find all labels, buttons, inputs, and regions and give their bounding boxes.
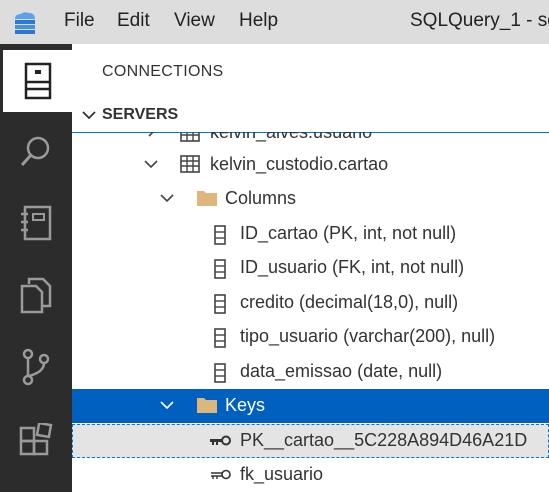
copy-icon [20, 277, 52, 314]
tree-item-label: ID_usuario (FK, int, not null) [240, 257, 465, 277]
table-icon [180, 132, 200, 142]
column-icon [214, 259, 226, 279]
primary-key-icon [210, 435, 231, 446]
search-button[interactable] [0, 120, 72, 182]
connections-panel: CONNECTIONS SERVERS kelvin_alves.usuario [72, 44, 549, 492]
tree-item-label: ID_cartao (PK, int, not null) [240, 223, 457, 243]
activity-bar [0, 44, 72, 492]
foreign-key-icon [211, 469, 231, 480]
column-icon [214, 294, 226, 314]
search-icon [20, 136, 50, 167]
extensions-button[interactable] [0, 410, 72, 472]
chevron-down-icon [160, 401, 174, 410]
notebooks-button[interactable] [0, 192, 72, 254]
tree-item-column[interactable]: tipo_usuario (varchar(200), null) [72, 320, 549, 354]
chevron-down-icon [82, 111, 96, 120]
connections-icon [24, 62, 51, 100]
window-title: SQLQuery_1 - sql- [410, 10, 549, 31]
tree-item-table[interactable]: kelvin_custodio.cartao [72, 148, 549, 182]
explorer-button[interactable] [0, 264, 72, 326]
menu-file[interactable]: File [64, 10, 95, 32]
tree-item-keys-folder[interactable]: Keys [72, 389, 549, 423]
tree-item-columns-folder[interactable]: Columns [72, 182, 549, 216]
servers-section-header[interactable]: SERVERS [72, 102, 549, 133]
chevron-right-icon [148, 132, 155, 137]
tree-item-foreign-key[interactable]: fk_usuario [72, 458, 549, 492]
tree-item-label: data_emissao (date, null) [240, 361, 443, 381]
tree-item-table-partial[interactable]: kelvin_alves.usuario [72, 132, 549, 148]
menu-edit[interactable]: Edit [117, 10, 150, 32]
tree-item-column[interactable]: ID_cartao (PK, int, not null) [72, 217, 549, 251]
chevron-down-icon [144, 160, 158, 169]
column-icon [214, 328, 226, 348]
tree-item-column[interactable]: credito (decimal(18,0), null) [72, 286, 549, 320]
connections-button[interactable] [0, 50, 72, 112]
tree-item-label: tipo_usuario (varchar(200), null) [240, 326, 496, 346]
tree-item-column[interactable]: ID_usuario (FK, int, not null) [72, 251, 549, 285]
tree-item-label: kelvin_alves.usuario [210, 132, 373, 142]
tree-item-label: Keys [225, 395, 266, 415]
source-control-button[interactable] [0, 336, 72, 398]
panel-title: CONNECTIONS [102, 63, 224, 80]
tree-item-label: kelvin_custodio.cartao [210, 154, 389, 174]
tree-item-label: fk_usuario [240, 464, 324, 484]
azure-data-studio-logo-icon [15, 12, 35, 34]
table-icon [180, 155, 200, 173]
servers-label: SERVERS [102, 106, 179, 123]
title-bar: File Edit View Help SQLQuery_1 - sql- [0, 0, 549, 44]
tree-item-label: credito (decimal(18,0), null) [240, 292, 459, 312]
menu-view[interactable]: View [174, 10, 215, 32]
tree-item-primary-key[interactable]: PK__cartao__5C228A894D46A21D [72, 424, 549, 458]
folder-icon [197, 191, 217, 206]
notebook-icon [21, 205, 52, 241]
extensions-icon [19, 423, 53, 456]
column-icon [214, 225, 226, 245]
menu-help[interactable]: Help [239, 10, 278, 32]
tree-item-label: Columns [225, 188, 297, 208]
chevron-down-icon [160, 194, 174, 203]
column-icon [214, 363, 226, 383]
source-control-icon [22, 348, 50, 386]
tree-item-label: PK__cartao__5C228A894D46A21D [240, 430, 528, 450]
tree-item-column[interactable]: data_emissao (date, null) [72, 355, 549, 389]
folder-icon [197, 398, 217, 413]
